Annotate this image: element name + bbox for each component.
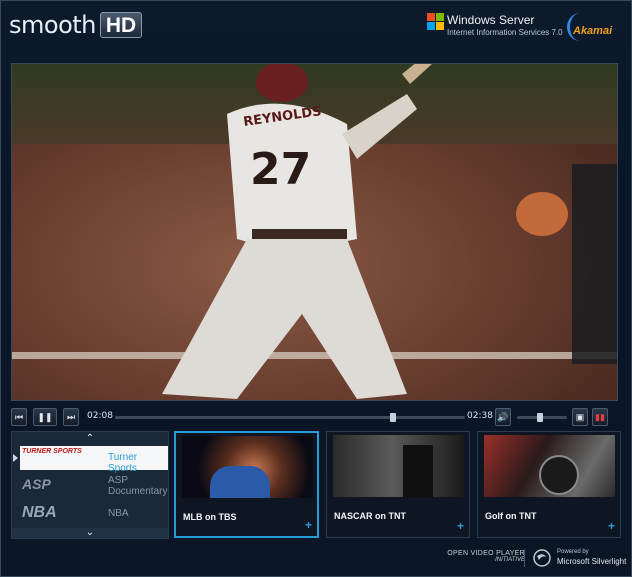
header: smooth HD Windows Server Internet Inform… xyxy=(1,1,632,53)
playlist-item-turner[interactable]: TURNER SPORTS Turner Sports xyxy=(13,446,168,474)
playlist-item-label: Turner Sports xyxy=(108,452,138,474)
card-title: Golf on TNT xyxy=(485,511,537,521)
duration-time: 02:38 xyxy=(467,411,493,421)
selected-marker-icon xyxy=(13,454,18,462)
next-button[interactable]: ⏭ xyxy=(63,408,79,426)
add-icon[interactable]: + xyxy=(608,520,615,532)
previous-button[interactable]: ⏮ xyxy=(11,408,27,426)
ovp-line2: INITIATIVE xyxy=(495,557,525,563)
windows-server-title: Windows Server xyxy=(447,13,535,27)
batter-arm xyxy=(342,94,417,159)
powered-by-text: Powered by xyxy=(557,549,589,555)
footer-divider xyxy=(524,549,525,567)
silverlight-badge: Powered by Microsoft Silverlight xyxy=(533,547,627,569)
video-card-golf[interactable]: Golf on TNT + xyxy=(477,431,621,538)
jersey-number: 27 xyxy=(250,144,311,195)
card-title: NASCAR on TNT xyxy=(334,511,406,521)
playlist-item-nba[interactable]: NBA NBA xyxy=(20,502,168,526)
open-video-player-logo: OPEN VIDEO PLAYER INITIATIVE xyxy=(437,550,525,563)
windows-flag-icon xyxy=(427,13,444,30)
windows-server-logo: Windows Server Internet Information Serv… xyxy=(427,11,563,41)
golf-thumbnail xyxy=(484,435,615,497)
logo-badge: HD xyxy=(99,12,143,38)
stop-button[interactable]: ▮▮ xyxy=(592,408,608,426)
nba-logo: NBA xyxy=(22,504,57,521)
windows-server-subtitle: Internet Information Services 7.0 xyxy=(447,28,563,37)
akamai-logo: Akamai xyxy=(567,13,623,43)
batter-helmet xyxy=(256,64,308,102)
nascar-thumbnail xyxy=(333,435,464,497)
silverlight-text: Microsoft Silverlight xyxy=(557,557,627,566)
playlist-item-label: ASP Documentary xyxy=(108,475,168,497)
video-scene: REYNOLDS 27 xyxy=(162,64,617,399)
video-card-mlb[interactable]: MLB on TBS + xyxy=(174,431,319,538)
volume-icon[interactable]: 🔊 xyxy=(495,408,511,426)
catcher-mitt xyxy=(516,192,568,236)
batter-bat xyxy=(402,64,432,84)
seek-bar[interactable] xyxy=(115,413,465,422)
playlist-down-arrow[interactable]: ⌄ xyxy=(12,528,168,538)
playlist: ⌃ TURNER SPORTS Turner Sports ASP ASP Do… xyxy=(11,431,169,539)
playlist-item-label: NBA xyxy=(108,508,129,519)
card-title: MLB on TBS xyxy=(183,512,237,522)
volume-thumb[interactable] xyxy=(536,413,543,422)
catcher-body xyxy=(572,164,617,364)
add-icon[interactable]: + xyxy=(457,520,464,532)
mlb-thumbnail xyxy=(182,436,313,498)
fullscreen-button[interactable]: ▣ xyxy=(572,408,588,426)
smooth-hd-logo: smooth HD xyxy=(9,11,143,39)
volume-slider[interactable] xyxy=(517,413,567,422)
video-card-nascar[interactable]: NASCAR on TNT + xyxy=(326,431,470,538)
silverlight-icon xyxy=(533,549,551,567)
asp-logo: ASP xyxy=(22,476,51,492)
playlist-item-asp[interactable]: ASP ASP Documentary xyxy=(20,474,168,498)
akamai-wordmark: Akamai xyxy=(573,25,613,37)
turner-sports-logo: TURNER SPORTS xyxy=(22,448,82,455)
logo-word: smooth xyxy=(9,11,96,39)
player-frame: smooth HD Windows Server Internet Inform… xyxy=(0,0,632,577)
seek-thumb[interactable] xyxy=(390,413,397,422)
playlist-up-arrow[interactable]: ⌃ xyxy=(12,434,168,444)
elapsed-time: 02:08 xyxy=(87,411,113,421)
ovp-line1: OPEN VIDEO PLAYER xyxy=(447,550,525,557)
playback-controls: ⏮ ❚❚ ⏭ 02:08 02:38 🔊 ▣ ▮▮ xyxy=(11,407,618,427)
batter-pants xyxy=(162,239,407,399)
pause-button[interactable]: ❚❚ xyxy=(33,408,57,426)
add-icon[interactable]: + xyxy=(305,519,312,531)
video-frame[interactable]: REYNOLDS 27 xyxy=(11,63,618,401)
